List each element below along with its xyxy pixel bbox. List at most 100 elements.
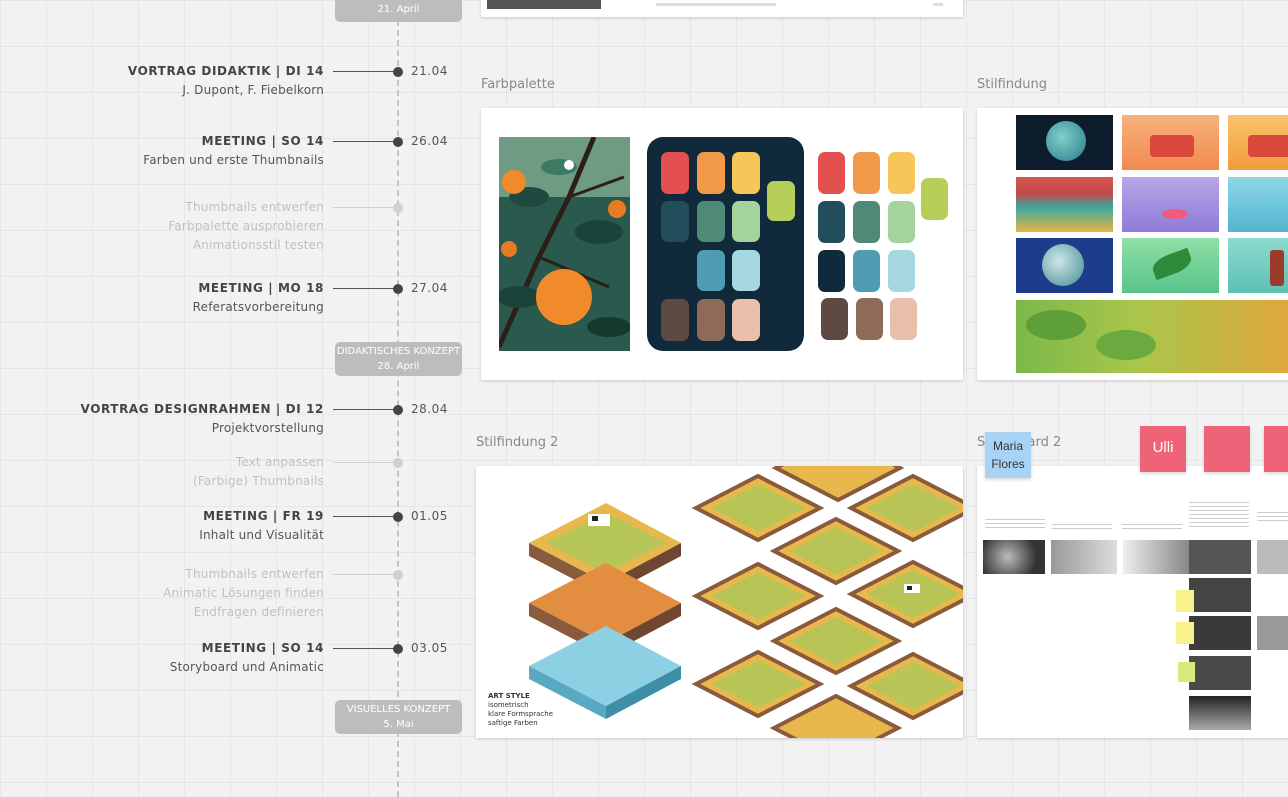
event-title[interactable]: MEETING | FR 19 [203, 509, 324, 523]
stilfindung-frame[interactable] [977, 108, 1288, 380]
color-swatch [818, 250, 845, 292]
timeline-axis [397, 0, 399, 797]
event-title[interactable]: MEETING | SO 14 [202, 134, 324, 148]
storyboard-frame [1123, 540, 1189, 574]
milestone-title: VISUELLES KONZEPT [346, 704, 451, 715]
milestone-badge[interactable]: DIDAKTISCHES KONZEPT 28. April [335, 342, 462, 376]
color-swatch [697, 250, 725, 291]
color-swatch [888, 201, 915, 243]
frame-label-stilfindung-2[interactable]: Stilfindung 2 [476, 435, 558, 450]
color-swatch [732, 250, 760, 291]
event-subtitle: Farben und erste Thumbnails [143, 153, 324, 167]
event-dot[interactable] [393, 67, 403, 77]
event-dot[interactable] [393, 137, 403, 147]
event-date: 03.05 [411, 641, 448, 655]
task-item: Endfragen definieren [193, 605, 324, 619]
frame-label-farbpalette[interactable]: Farbpalette [481, 77, 555, 92]
task-item: Farbpalette ausprobieren [168, 219, 324, 233]
style-thumbnail-bottle [1228, 238, 1288, 293]
event-date: 01.05 [411, 509, 448, 523]
art-style-line: isometrisch [488, 701, 529, 709]
mini-sticky-note[interactable] [1176, 622, 1194, 644]
event-dot[interactable] [393, 512, 403, 522]
color-swatch [853, 152, 880, 194]
task-dot[interactable] [393, 570, 403, 580]
storyboard-frame [1257, 616, 1288, 650]
task-list[interactable]: Thumbnails entwerfen Animatic Lösungen f… [163, 565, 324, 622]
event-subtitle: Storyboard und Animatic [169, 660, 324, 674]
art-style-heading: ART STYLE [488, 692, 530, 700]
event-dot[interactable] [393, 405, 403, 415]
style-thumbnail-meat-2 [1228, 115, 1288, 170]
color-swatch [732, 201, 760, 242]
art-style-caption: ART STYLE isometrisch klare Formsprache … [488, 692, 553, 728]
storyboard-2-frame[interactable] [977, 466, 1288, 738]
storyboard-frame [1189, 696, 1251, 730]
sticky-note-pink[interactable] [1204, 426, 1250, 472]
sticky-note-pink[interactable] [1264, 426, 1288, 472]
task-list[interactable]: Thumbnails entwerfen Farbpalette ausprob… [168, 198, 324, 255]
task-connector [333, 207, 395, 208]
task-connector [333, 462, 395, 463]
event-subtitle: J. Dupont, F. Fiebelkorn [182, 83, 324, 97]
sticky-note-text: Ulli [1152, 439, 1174, 456]
event-date: 27.04 [411, 281, 448, 295]
event-title[interactable]: VORTRAG DESIGNRAHMEN | DI 12 [81, 402, 324, 416]
event-date: 28.04 [411, 402, 448, 416]
task-dot[interactable] [393, 203, 403, 213]
style-thumbnail-planet [1016, 115, 1113, 170]
task-item: Animatic Lösungen finden [163, 586, 324, 600]
event-title[interactable]: MEETING | MO 18 [198, 281, 324, 295]
style-thumbnail-hills [1016, 300, 1288, 373]
top-board-card[interactable] [481, 0, 963, 17]
task-dot[interactable] [393, 458, 403, 468]
color-swatch [661, 152, 689, 194]
style-thumbnail-meat [1122, 115, 1219, 170]
event-subtitle: Projektvorstellung [211, 421, 324, 435]
event-date: 26.04 [411, 134, 448, 148]
storyboard-frame [1189, 540, 1251, 574]
event-connector [333, 141, 395, 142]
storyboard-frame [1257, 540, 1288, 574]
mini-sticky-note[interactable] [1176, 590, 1194, 612]
color-swatch [732, 299, 760, 341]
event-dot[interactable] [393, 644, 403, 654]
frame-label-stilfindung[interactable]: Stilfindung [977, 77, 1047, 92]
storyboard-frame [1189, 616, 1251, 650]
sticky-note-maria[interactable]: Maria Flores [985, 432, 1031, 478]
event-connector [333, 409, 395, 410]
art-style-line: klare Formsprache [488, 710, 554, 718]
task-list[interactable]: Text anpassen (Farbige) Thumbnails [193, 453, 324, 491]
event-connector [333, 288, 395, 289]
event-subtitle: Referatsvorbereitung [192, 300, 324, 314]
milestone-title: DIDAKTISCHES KONZEPT [336, 346, 461, 357]
milestone-date: 21. April [377, 4, 420, 15]
color-swatch [732, 152, 760, 194]
event-subtitle: Inhalt und Visualität [199, 528, 324, 542]
event-title[interactable]: VORTRAG DIDAKTIK | DI 14 [128, 64, 324, 78]
color-swatch [697, 299, 725, 341]
farbpalette-frame[interactable] [481, 108, 963, 380]
color-swatch [661, 299, 689, 341]
event-connector [333, 71, 395, 72]
color-swatch [818, 201, 845, 243]
style-thumbnail-purple [1122, 177, 1219, 232]
milestone-date: 5. Mai [383, 719, 414, 730]
milestone-badge[interactable]: VISUELLES KONZEPT 5. Mai [335, 700, 462, 734]
event-date: 21.04 [411, 64, 448, 78]
stilfindung-2-frame[interactable]: ART STYLE isometrisch klare Formsprache … [476, 466, 963, 738]
art-style-line: saftige Farben [488, 719, 538, 727]
mini-sticky-note[interactable] [1178, 662, 1195, 682]
storyboard-text-block [1122, 524, 1182, 532]
milestone-badge[interactable]: 21. April [335, 0, 462, 22]
storyboard-frame [983, 540, 1045, 574]
task-item: (Farbige) Thumbnails [193, 474, 324, 488]
top-card-thumbnail [487, 0, 601, 9]
color-swatch [888, 250, 915, 292]
color-swatch [818, 152, 845, 194]
task-item: Text anpassen [235, 455, 324, 469]
task-connector [333, 574, 395, 575]
sticky-note-ulli[interactable]: Ulli [1140, 426, 1186, 472]
event-dot[interactable] [393, 284, 403, 294]
event-title[interactable]: MEETING | SO 14 [202, 641, 324, 655]
